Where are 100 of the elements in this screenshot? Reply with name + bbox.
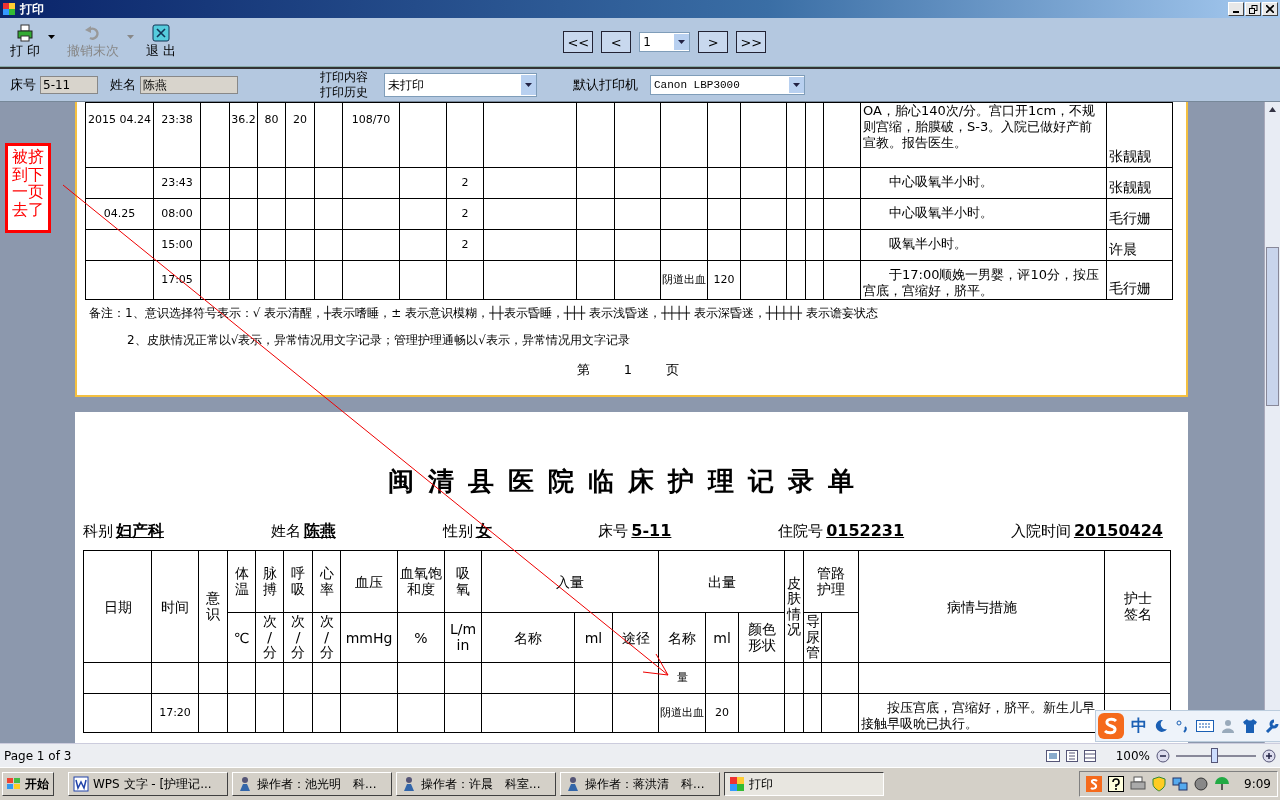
toolbar-button[interactable]: 退 出	[142, 22, 181, 62]
column-header: 吸氧	[456, 566, 470, 597]
wrench-icon[interactable]	[1265, 719, 1279, 733]
zoom-out-icon[interactable]	[1156, 748, 1170, 763]
column-header: 呼吸	[291, 566, 305, 597]
shirt-icon[interactable]	[1242, 719, 1258, 733]
column-header: %	[414, 629, 428, 646]
column-header: 次/分	[262, 614, 277, 661]
dropdown-icon	[789, 77, 804, 93]
column-header: 体温	[234, 566, 249, 597]
restore-icon	[1248, 4, 1258, 14]
last-page-button[interactable]: >>	[736, 31, 767, 53]
column-header: 皮肤情况	[787, 575, 802, 638]
toolbar-button[interactable]: 打 印	[6, 22, 45, 62]
moon-icon[interactable]	[1154, 719, 1168, 733]
field-value: 20150424	[1073, 521, 1163, 540]
column-header: 颜色形状	[747, 622, 776, 653]
slider-thumb[interactable]	[1210, 748, 1218, 763]
previous-page-button[interactable]: <	[601, 31, 632, 53]
taskbar-item[interactable]: 打印	[724, 772, 884, 796]
field-label: 住院号	[778, 522, 824, 540]
table-cell: 08:00	[161, 207, 193, 220]
network-icon[interactable]	[1172, 776, 1189, 792]
restore-button[interactable]	[1245, 2, 1261, 16]
keyboard-icon[interactable]	[1196, 720, 1214, 732]
column-header: 名称	[668, 629, 697, 646]
table-cell: 量	[676, 671, 688, 684]
nurse-cell: 毛行姗	[1109, 210, 1151, 226]
name-field[interactable]: 陈燕	[140, 76, 238, 94]
windows-logo-icon	[7, 778, 21, 790]
taskbar-item[interactable]: 操作者：蒋洪清 科...	[560, 772, 720, 796]
field-label: 打印内容	[320, 70, 368, 85]
umbrella-icon[interactable]	[1214, 776, 1231, 792]
dropdown-icon	[521, 75, 536, 95]
page-select[interactable]: 1	[639, 32, 691, 52]
page-number: 第 1 页	[575, 361, 681, 379]
printer-icon	[16, 24, 35, 42]
nurse-cell: 许晨	[1109, 241, 1137, 257]
notes-cell: 中心吸氧半小时。	[889, 174, 993, 189]
view-mode-icon[interactable]	[1065, 749, 1078, 762]
field-label: 性别	[442, 522, 473, 540]
zoom-level: 100%	[1115, 748, 1150, 763]
column-header: 血压	[355, 573, 383, 590]
document-icon	[73, 776, 89, 792]
person-icon	[237, 776, 253, 792]
view-mode-icon[interactable]	[1045, 749, 1060, 762]
document-title: 闽清县医院临床护理记录单	[387, 465, 869, 498]
shield-icon[interactable]	[1152, 776, 1167, 792]
table-cell: 120	[713, 273, 735, 286]
field-value: 5-11	[631, 521, 672, 540]
column-header: 次/分	[291, 614, 305, 661]
column-header: 导尿管	[805, 614, 820, 661]
column-header: 护士签名	[1123, 591, 1152, 622]
table-cell: 15:00	[161, 238, 193, 251]
table-cell: 20	[293, 113, 307, 126]
column-header: 次/分	[319, 614, 334, 661]
table-cell: 17:20	[159, 706, 191, 719]
close-button[interactable]	[1262, 2, 1278, 16]
notes-cell: OA，胎心140次/分。宫口开1cm，不规则宫缩，胎膜破，S-3。入院已做好产前宣教。报告医生。	[863, 103, 1096, 150]
table-cell: 2015 04.24	[88, 113, 151, 126]
table-cell: 阴道出血	[660, 706, 705, 719]
punctuation-icon[interactable]	[1175, 719, 1189, 733]
taskbar-item[interactable]: 操作者：池光明 科...	[232, 772, 392, 796]
column-header: ml	[584, 629, 603, 646]
table-cell: 80	[264, 113, 279, 126]
taskbar-item[interactable]: 操作者：许晨 科室...	[396, 772, 556, 796]
column-header: 时间	[161, 598, 189, 615]
table-cell: 36.2	[231, 113, 256, 126]
scrollbar[interactable]	[1264, 102, 1280, 743]
printer-select[interactable]: Canon LBP3000	[650, 75, 805, 95]
column-header: 意识	[206, 591, 220, 622]
input-mode-label[interactable]: 中	[1131, 715, 1147, 737]
table-cell: 04.25	[103, 207, 136, 220]
table-cell: 23:38	[161, 113, 193, 126]
field-label: 打印历史	[320, 85, 368, 100]
next-page-button[interactable]: >	[698, 31, 729, 53]
bed-field[interactable]: 5-11	[40, 76, 98, 94]
help-icon[interactable]	[1108, 776, 1125, 792]
ime-logo-icon	[1098, 713, 1124, 739]
table-cell: 108/70	[351, 113, 391, 126]
speaker-icon[interactable]	[1194, 776, 1209, 792]
start-button[interactable]: 开始	[2, 772, 54, 796]
first-page-button[interactable]: <<	[563, 31, 594, 53]
column-header: 日期	[103, 598, 132, 615]
column-header: mmHg	[345, 629, 393, 646]
print-content-select[interactable]: 未打印	[384, 73, 537, 97]
person-icon	[565, 776, 581, 792]
ime-tray-icon[interactable]	[1086, 776, 1103, 792]
printer-icon[interactable]	[1130, 776, 1147, 792]
taskbar-item[interactable]: WPS 文字 - [护理记...	[68, 772, 228, 796]
notes-cell: 吸氧半小时。	[889, 236, 967, 251]
zoom-in-icon[interactable]	[1262, 748, 1276, 763]
field-value: 女	[475, 521, 492, 540]
close-icon	[1266, 5, 1274, 13]
field-label: 床号	[598, 522, 629, 540]
notes-cell: 中心吸氧半小时。	[889, 205, 993, 220]
scroll-thumb[interactable]	[1266, 247, 1279, 406]
minimize-button[interactable]	[1228, 2, 1244, 16]
caret-icon[interactable]	[48, 35, 56, 39]
view-mode-icon[interactable]	[1083, 749, 1096, 762]
